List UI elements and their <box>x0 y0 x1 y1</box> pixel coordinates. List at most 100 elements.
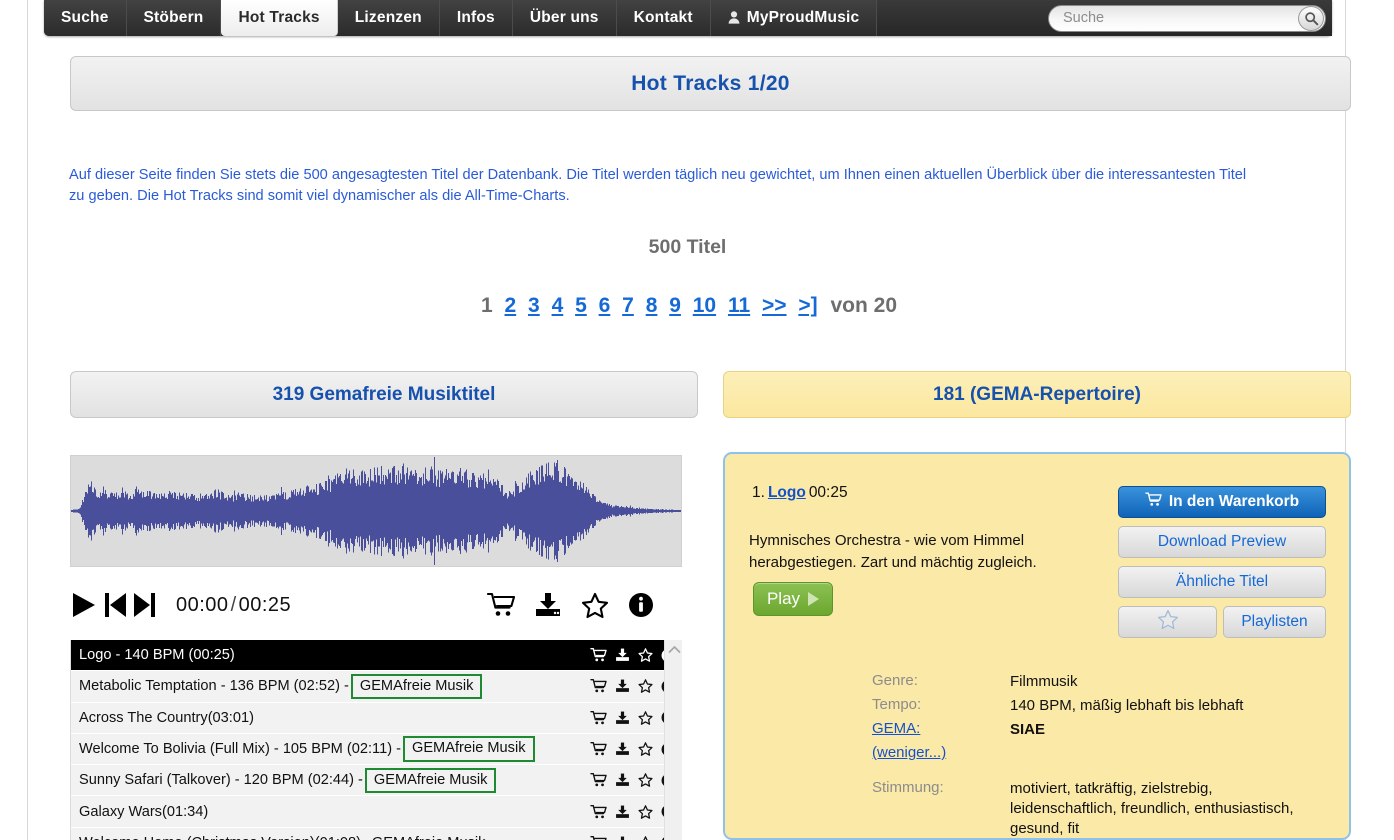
row-action-icons <box>590 804 675 819</box>
pagination-page-4[interactable]: 4 <box>552 294 564 317</box>
waveform-display[interactable] <box>70 455 682 567</box>
pagination-next[interactable]: >> <box>762 294 787 317</box>
table-row[interactable]: Metabolic Temptation - 136 BPM (02:52) -… <box>71 671 681 703</box>
section-header-label: 181 (GEMA-Repertoire) <box>933 383 1141 405</box>
search-box <box>1048 4 1326 32</box>
pagination-page-9[interactable]: 9 <box>669 294 681 317</box>
meta-row-genre: Genre: Filmmusik <box>872 672 1342 692</box>
cart-icon[interactable] <box>590 710 607 725</box>
nav-item-suche[interactable]: Suche <box>44 0 127 36</box>
table-row[interactable]: Sunny Safari (Talkover) - 120 BPM (02:44… <box>71 765 681 797</box>
show-less-link[interactable]: (weniger...) <box>872 744 946 761</box>
track-detail-panel: 1. Logo 00:25 Hymnisches Orchestra - wie v… <box>723 452 1351 840</box>
search-icon <box>1304 11 1319 26</box>
nav-item-stoebern[interactable]: Stöbern <box>126 0 222 36</box>
nav-item-kontakt[interactable]: Kontakt <box>616 0 711 36</box>
favorite-button[interactable] <box>1118 606 1217 638</box>
nav-item-ueber-uns[interactable]: Über uns <box>512 0 617 36</box>
add-to-cart-button[interactable]: In den Warenkorb <box>1118 486 1326 518</box>
table-row[interactable]: Welcome To Bolivia (Full Mix) - 105 BPM … <box>71 733 681 766</box>
download-preview-button[interactable]: Download Preview <box>1118 526 1326 558</box>
page-title: Hot Tracks 1/20 <box>70 56 1351 111</box>
row-action-icons <box>590 710 675 725</box>
nav-item-infos[interactable]: Infos <box>439 0 513 36</box>
nav-item-label: Über uns <box>529 9 599 26</box>
star-icon[interactable] <box>638 679 653 694</box>
nav-item-hot-tracks[interactable]: Hot Tracks <box>221 0 338 36</box>
meta-label: Genre: <box>872 672 918 689</box>
star-icon[interactable] <box>638 835 653 840</box>
cart-icon[interactable] <box>590 835 607 840</box>
row-action-icons <box>590 773 675 788</box>
chevron-up-icon[interactable] <box>665 640 683 658</box>
similar-tracks-button[interactable]: Ähnliche Titel <box>1118 566 1326 598</box>
table-row[interactable]: Logo - 140 BPM (00:25) <box>71 640 681 672</box>
table-row[interactable]: Welcome Home (Christmas Version)(01:08) … <box>71 827 681 840</box>
play-icon[interactable] <box>70 590 98 620</box>
table-row[interactable]: Galaxy Wars(01:34) <box>71 796 681 828</box>
result-count: 500 Titel <box>648 236 727 258</box>
gema-link[interactable]: GEMA: <box>872 720 1010 740</box>
pagination-page-3[interactable]: 3 <box>528 294 540 317</box>
cart-icon[interactable] <box>590 804 607 819</box>
cart-icon[interactable] <box>590 648 607 663</box>
cart-icon <box>1145 492 1162 512</box>
download-icon[interactable] <box>615 648 630 663</box>
section-header-gema[interactable]: 181 (GEMA-Repertoire) <box>723 371 1351 418</box>
meta-value: 140 BPM, mäßig lebhaft bis lebhaft <box>1010 697 1244 714</box>
download-icon[interactable] <box>615 835 630 840</box>
info-icon[interactable] <box>628 592 654 618</box>
pagination-page-10[interactable]: 10 <box>693 294 716 317</box>
pagination-last[interactable]: >] <box>798 294 817 317</box>
search-button[interactable] <box>1298 5 1324 31</box>
nav-item-label: MyProudMusic <box>746 9 860 26</box>
download-icon[interactable] <box>615 742 630 757</box>
pagination-page-7[interactable]: 7 <box>622 294 634 317</box>
star-icon[interactable] <box>638 742 653 757</box>
detail-description: Hymnisches Orchestra - wie vom Himmel he… <box>749 532 1037 571</box>
download-icon[interactable] <box>615 710 630 725</box>
pagination-page-5[interactable]: 5 <box>575 294 587 317</box>
meta-row-stimmung: Stimmung: motiviert, tatkräftig, zielstr… <box>872 779 1342 838</box>
download-icon[interactable] <box>615 773 630 788</box>
star-icon[interactable] <box>638 773 653 788</box>
play-button[interactable]: Play <box>753 582 833 616</box>
pagination-page-6[interactable]: 6 <box>599 294 611 317</box>
section-header-gemafrei[interactable]: 319 Gemafreie Musiktitel <box>70 371 698 418</box>
gema-badge: GEMAfreie Musik <box>364 767 497 794</box>
gema-badge: GEMAfreie Musik <box>402 736 535 762</box>
tracklist-scrollbar[interactable] <box>664 640 682 840</box>
waveform-graphic <box>71 457 681 565</box>
cart-icon[interactable] <box>590 741 607 757</box>
playlists-label: Playlisten <box>1241 613 1308 630</box>
next-track-icon[interactable] <box>132 590 158 620</box>
player-action-icons <box>487 592 682 619</box>
search-input[interactable] <box>1049 6 1289 30</box>
nav-item-label: Suche <box>61 9 109 26</box>
nav-item-myproudmusic[interactable]: MyProudMusic <box>710 0 878 36</box>
star-icon[interactable] <box>638 710 653 725</box>
nav-item-label: Infos <box>456 9 495 26</box>
cart-icon[interactable] <box>590 773 607 788</box>
nav-item-label: Lizenzen <box>354 9 422 26</box>
pagination-page-8[interactable]: 8 <box>646 294 658 317</box>
detail-track-link[interactable]: Logo <box>768 484 806 501</box>
star-icon[interactable] <box>638 648 653 663</box>
pagination-page-11[interactable]: 11 <box>728 294 750 317</box>
track-title: Welcome Home (Christmas Version)(01:08) … <box>79 835 370 840</box>
download-icon[interactable] <box>615 804 630 819</box>
download-icon[interactable] <box>615 679 630 694</box>
star-icon[interactable] <box>581 592 609 619</box>
cart-icon[interactable] <box>590 679 607 694</box>
pagination-page-2[interactable]: 2 <box>505 294 517 317</box>
star-icon[interactable] <box>638 804 653 819</box>
cart-icon[interactable] <box>487 592 515 618</box>
gema-badge: GEMAfreie Musik <box>372 835 486 840</box>
previous-track-icon[interactable] <box>102 590 128 620</box>
nav-item-lizenzen[interactable]: Lizenzen <box>337 0 440 36</box>
playlists-button[interactable]: Playlisten <box>1223 606 1326 638</box>
download-icon[interactable] <box>534 592 562 618</box>
table-row[interactable]: Across The Country(03:01) <box>71 702 681 734</box>
gema-badge: GEMAfreie Musik <box>350 673 483 700</box>
star-icon <box>1157 609 1179 635</box>
